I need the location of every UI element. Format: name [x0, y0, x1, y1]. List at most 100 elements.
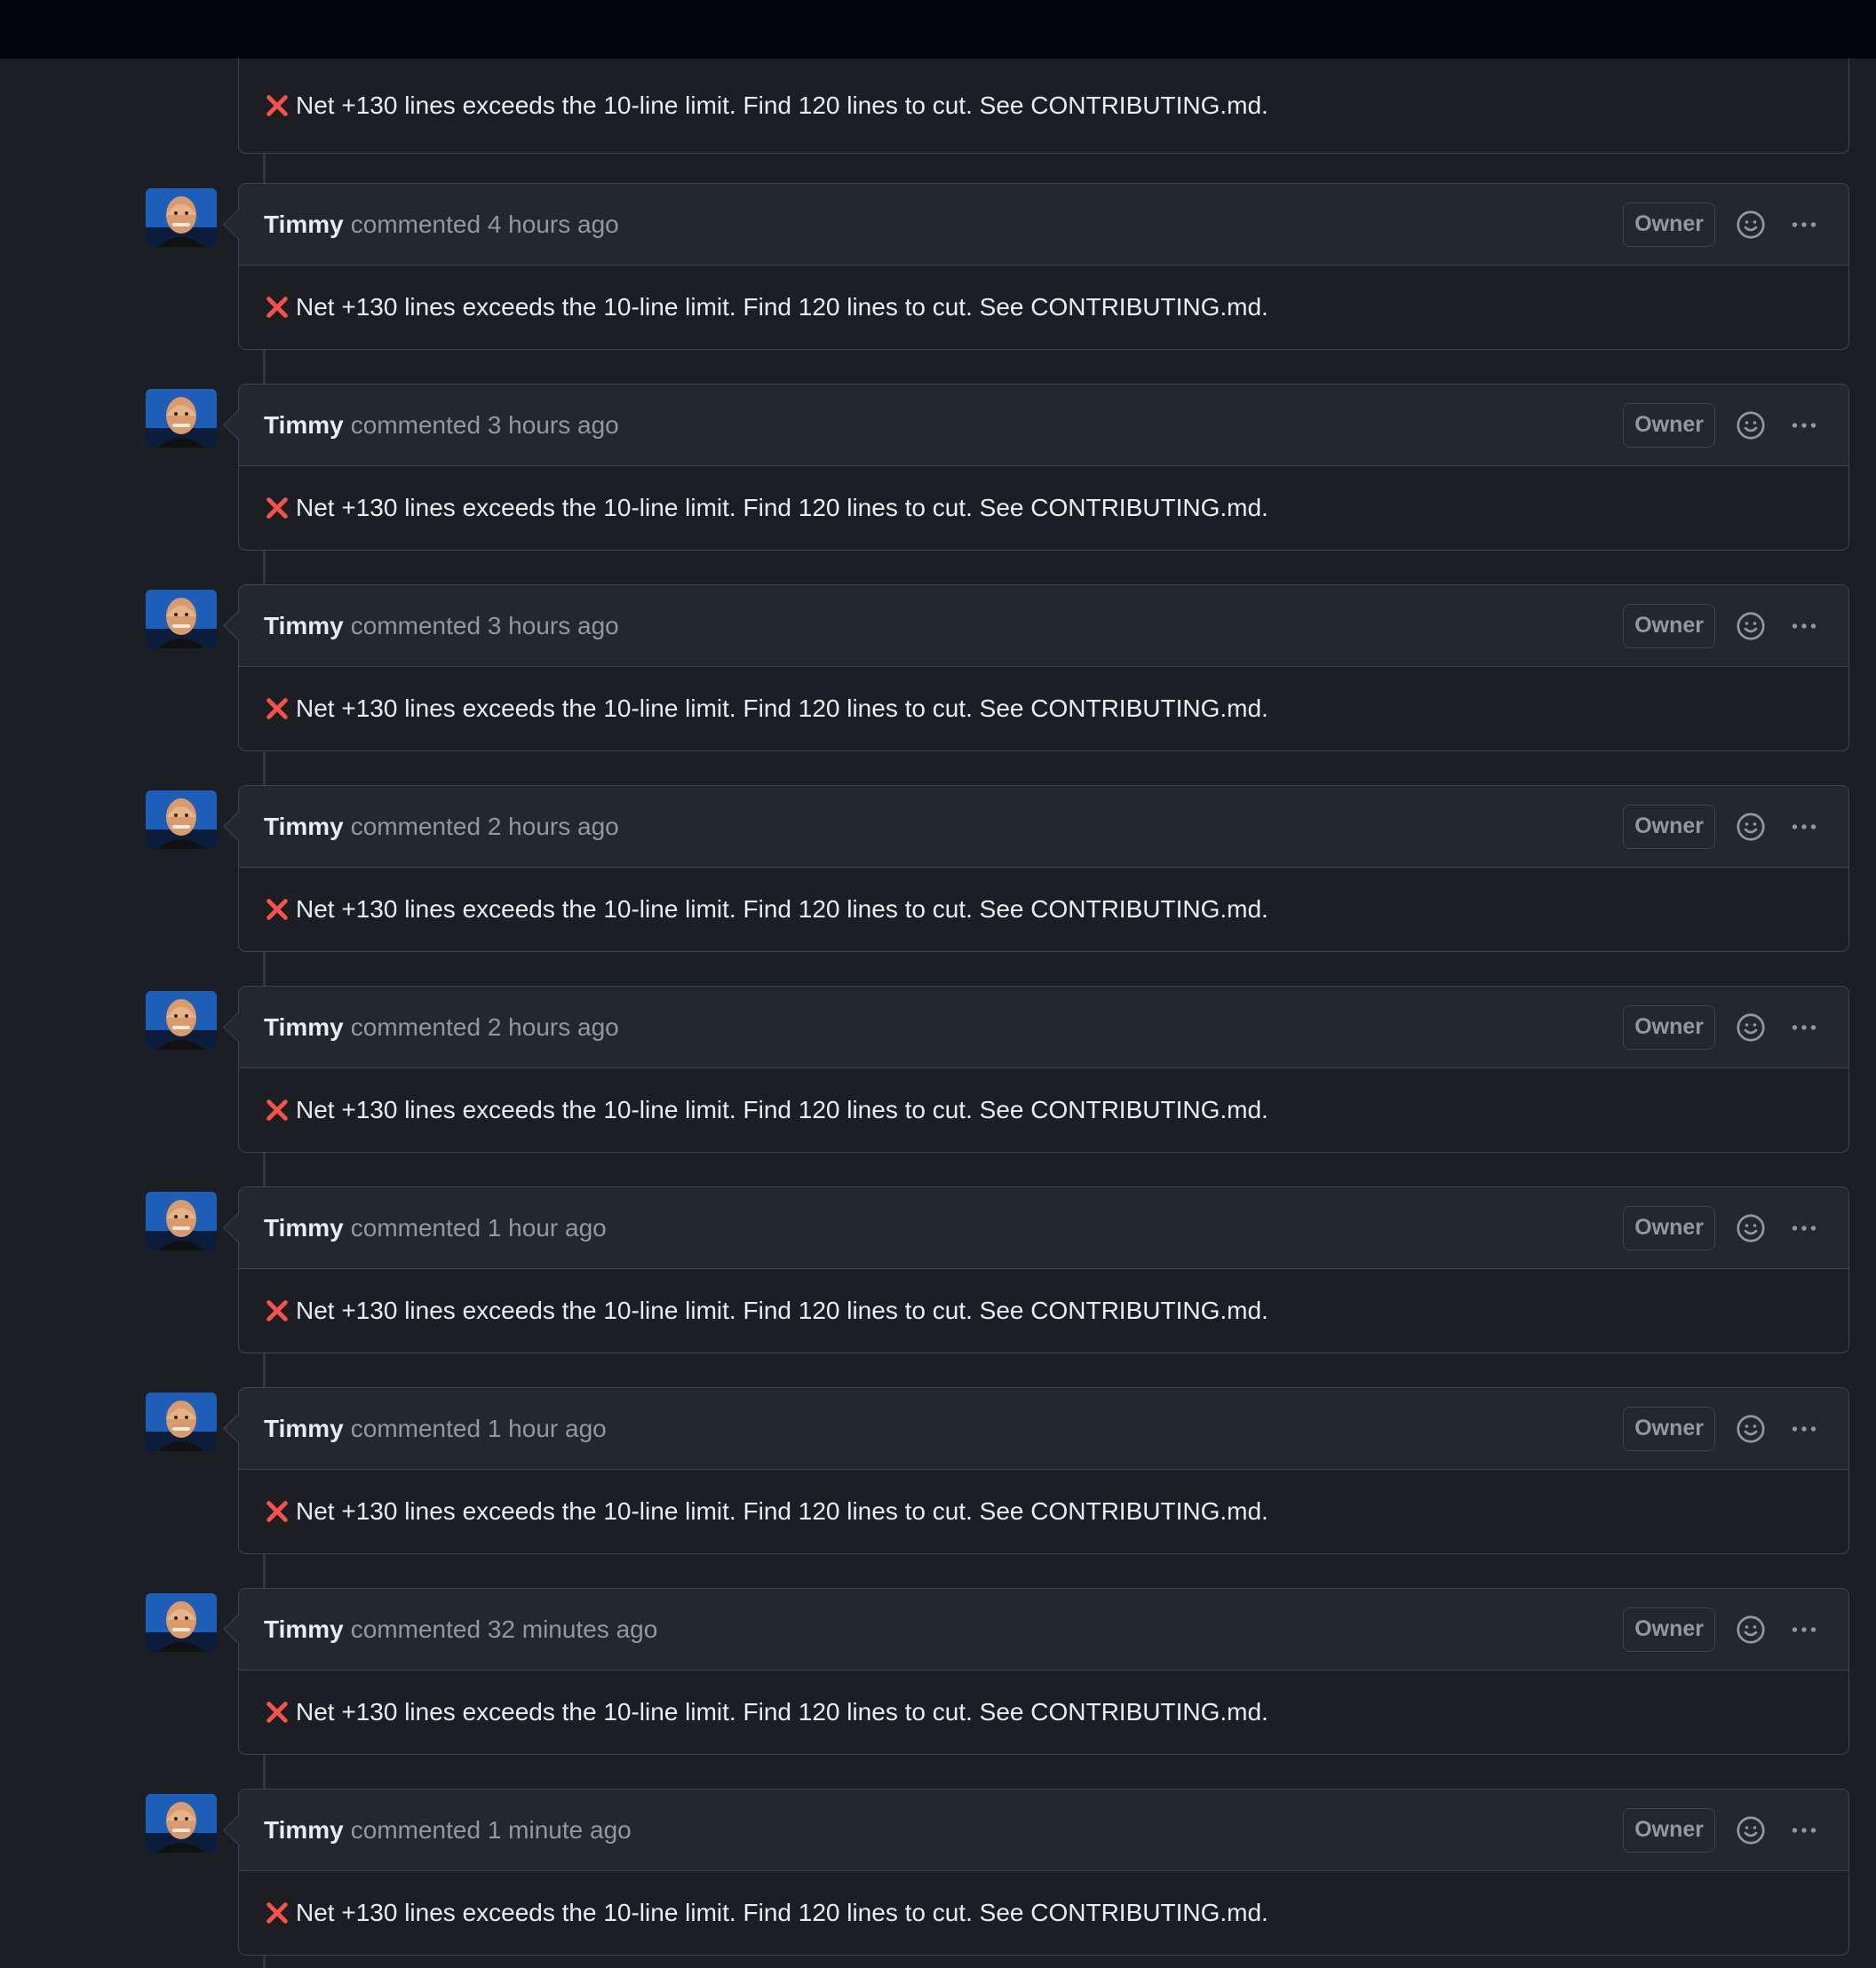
- owner-badge: Owner: [1623, 1807, 1715, 1853]
- comment-header: Timmy commented 3 hours ago Owner: [239, 385, 1848, 466]
- kebab-horizontal-icon: [1792, 1626, 1816, 1632]
- add-reaction-button[interactable]: [1731, 205, 1770, 244]
- avatar[interactable]: [146, 590, 217, 648]
- x-icon: [266, 1300, 288, 1321]
- smiley-icon: [1737, 611, 1765, 640]
- comment-options-button[interactable]: [1785, 1008, 1824, 1047]
- add-reaction-button[interactable]: [1731, 1209, 1770, 1248]
- kebab-horizontal-icon: [1792, 1827, 1816, 1833]
- comment-verb: commented: [350, 210, 481, 238]
- comment-options-button[interactable]: [1785, 1409, 1824, 1448]
- kebab-horizontal-icon: [1792, 1425, 1816, 1432]
- comment-verb: commented: [350, 812, 481, 840]
- comment-text: Net +130 lines exceeds the 10-line limit…: [296, 1698, 1268, 1726]
- comment-options-button[interactable]: [1785, 205, 1824, 244]
- avatar[interactable]: [146, 991, 217, 1050]
- comment-options-button[interactable]: [1785, 807, 1824, 846]
- comment-author[interactable]: Timmy: [264, 1415, 344, 1443]
- comment-timestamp[interactable]: 4 hours ago: [488, 210, 619, 238]
- add-reaction-button[interactable]: [1731, 1409, 1770, 1448]
- avatar[interactable]: [146, 1393, 217, 1451]
- avatar-image: [146, 1393, 217, 1451]
- comment-body: Net +130 lines exceeds the 10-line limit…: [239, 1068, 1848, 1152]
- avatar[interactable]: [146, 389, 217, 448]
- comment-text: Net +130 lines exceeds the 10-line limit…: [296, 1899, 1268, 1926]
- avatar[interactable]: [146, 1794, 217, 1853]
- comment-author[interactable]: Timmy: [264, 1214, 344, 1242]
- comment-author[interactable]: Timmy: [264, 1816, 344, 1845]
- smiley-icon: [1737, 1815, 1765, 1845]
- comment-meta: commented 3 hours ago: [351, 612, 619, 640]
- x-icon: [266, 1702, 288, 1723]
- comment-options-button[interactable]: [1785, 406, 1824, 445]
- comment-options-button[interactable]: [1785, 1209, 1824, 1248]
- comment-card: Timmy commented 1 hour ago Owner Net +13…: [238, 1186, 1849, 1353]
- smiley-icon: [1737, 210, 1765, 239]
- kebab-horizontal-icon: [1792, 1225, 1816, 1231]
- x-icon: [266, 1902, 288, 1924]
- add-reaction-button[interactable]: [1731, 1008, 1770, 1047]
- comment-card: Timmy commented 3 hours ago Owner Net +1…: [238, 584, 1849, 751]
- smiley-icon: [1737, 812, 1765, 841]
- comment-timestamp[interactable]: 2 hours ago: [488, 813, 619, 840]
- comment-timestamp[interactable]: 3 hours ago: [488, 612, 619, 639]
- comment-verb: commented: [350, 410, 481, 439]
- comment-meta: commented 1 hour ago: [351, 1415, 607, 1443]
- comment-card: Timmy commented 1 minute ago Owner Net +…: [238, 1789, 1849, 1956]
- comment-timestamp[interactable]: 32 minutes ago: [488, 1615, 657, 1643]
- comment-body: Net +130 lines exceeds the 10-line limit…: [239, 466, 1848, 550]
- avatar-image: [146, 188, 217, 247]
- add-reaction-button[interactable]: [1731, 1610, 1770, 1649]
- add-reaction-button[interactable]: [1731, 807, 1770, 846]
- avatar[interactable]: [146, 188, 217, 247]
- comment-author[interactable]: Timmy: [264, 1013, 344, 1042]
- comment-verb: commented: [350, 1414, 481, 1442]
- comment-header: Timmy commented 32 minutes ago Owner: [239, 1589, 1848, 1670]
- comment-text: Net +130 lines exceeds the 10-line limit…: [296, 1497, 1268, 1525]
- x-icon: [266, 95, 288, 116]
- comment-options-button[interactable]: [1785, 1610, 1824, 1649]
- owner-badge: Owner: [1623, 1004, 1715, 1050]
- comment-text: Net +130 lines exceeds the 10-line limit…: [296, 694, 1268, 722]
- comment-timestamp[interactable]: 1 minute ago: [488, 1816, 632, 1844]
- comment-author[interactable]: Timmy: [264, 210, 344, 239]
- kebab-horizontal-icon: [1792, 422, 1816, 428]
- comment-header: Timmy commented 1 minute ago Owner: [239, 1789, 1848, 1871]
- add-reaction-button[interactable]: [1731, 1811, 1770, 1850]
- comment-author[interactable]: Timmy: [264, 1615, 344, 1644]
- comment-card: Timmy commented 4 hours ago Owner Net +1…: [238, 183, 1849, 350]
- comment-body: Net +130 lines exceeds the 10-line limit…: [239, 1670, 1848, 1754]
- avatar[interactable]: [146, 1192, 217, 1250]
- comment-body: Net +130 lines exceeds the 10-line limit…: [239, 59, 1848, 153]
- avatar[interactable]: [146, 790, 217, 849]
- comment-header: Timmy commented 1 hour ago Owner: [239, 1187, 1848, 1269]
- comment-timestamp[interactable]: 3 hours ago: [488, 411, 619, 439]
- comment-card: Timmy commented 3 hours ago Owner Net +1…: [238, 384, 1849, 551]
- add-reaction-button[interactable]: [1731, 607, 1770, 646]
- avatar[interactable]: [146, 1593, 217, 1652]
- avatar-image: [146, 991, 217, 1050]
- comment-timestamp[interactable]: 1 hour ago: [488, 1415, 607, 1442]
- avatar-image: [146, 1192, 217, 1250]
- comment-text: Net +130 lines exceeds the 10-line limit…: [296, 293, 1268, 321]
- comment-meta: commented 1 hour ago: [351, 1214, 607, 1242]
- comment-meta: commented 32 minutes ago: [351, 1615, 658, 1644]
- comment-header: Timmy commented 3 hours ago Owner: [239, 585, 1848, 667]
- comment-author[interactable]: Timmy: [264, 411, 344, 440]
- comment-author[interactable]: Timmy: [264, 813, 344, 841]
- comment-body: Net +130 lines exceeds the 10-line limit…: [239, 1269, 1848, 1353]
- comment-options-button[interactable]: [1785, 607, 1824, 646]
- comment-timestamp[interactable]: 1 hour ago: [488, 1214, 607, 1242]
- comment-body: Net +130 lines exceeds the 10-line limit…: [239, 1871, 1848, 1955]
- avatar-image: [146, 1794, 217, 1853]
- owner-badge: Owner: [1623, 603, 1715, 648]
- comment-author[interactable]: Timmy: [264, 612, 344, 640]
- comment-body: Net +130 lines exceeds the 10-line limit…: [239, 667, 1848, 750]
- comment-text: Net +130 lines exceeds the 10-line limit…: [296, 1096, 1268, 1123]
- comment-header: Timmy commented 4 hours ago Owner: [239, 184, 1848, 266]
- comment-body: Net +130 lines exceeds the 10-line limit…: [239, 868, 1848, 951]
- comment-meta: commented 2 hours ago: [351, 813, 619, 841]
- comment-options-button[interactable]: [1785, 1811, 1824, 1850]
- comment-timestamp[interactable]: 2 hours ago: [488, 1013, 619, 1041]
- add-reaction-button[interactable]: [1731, 406, 1770, 445]
